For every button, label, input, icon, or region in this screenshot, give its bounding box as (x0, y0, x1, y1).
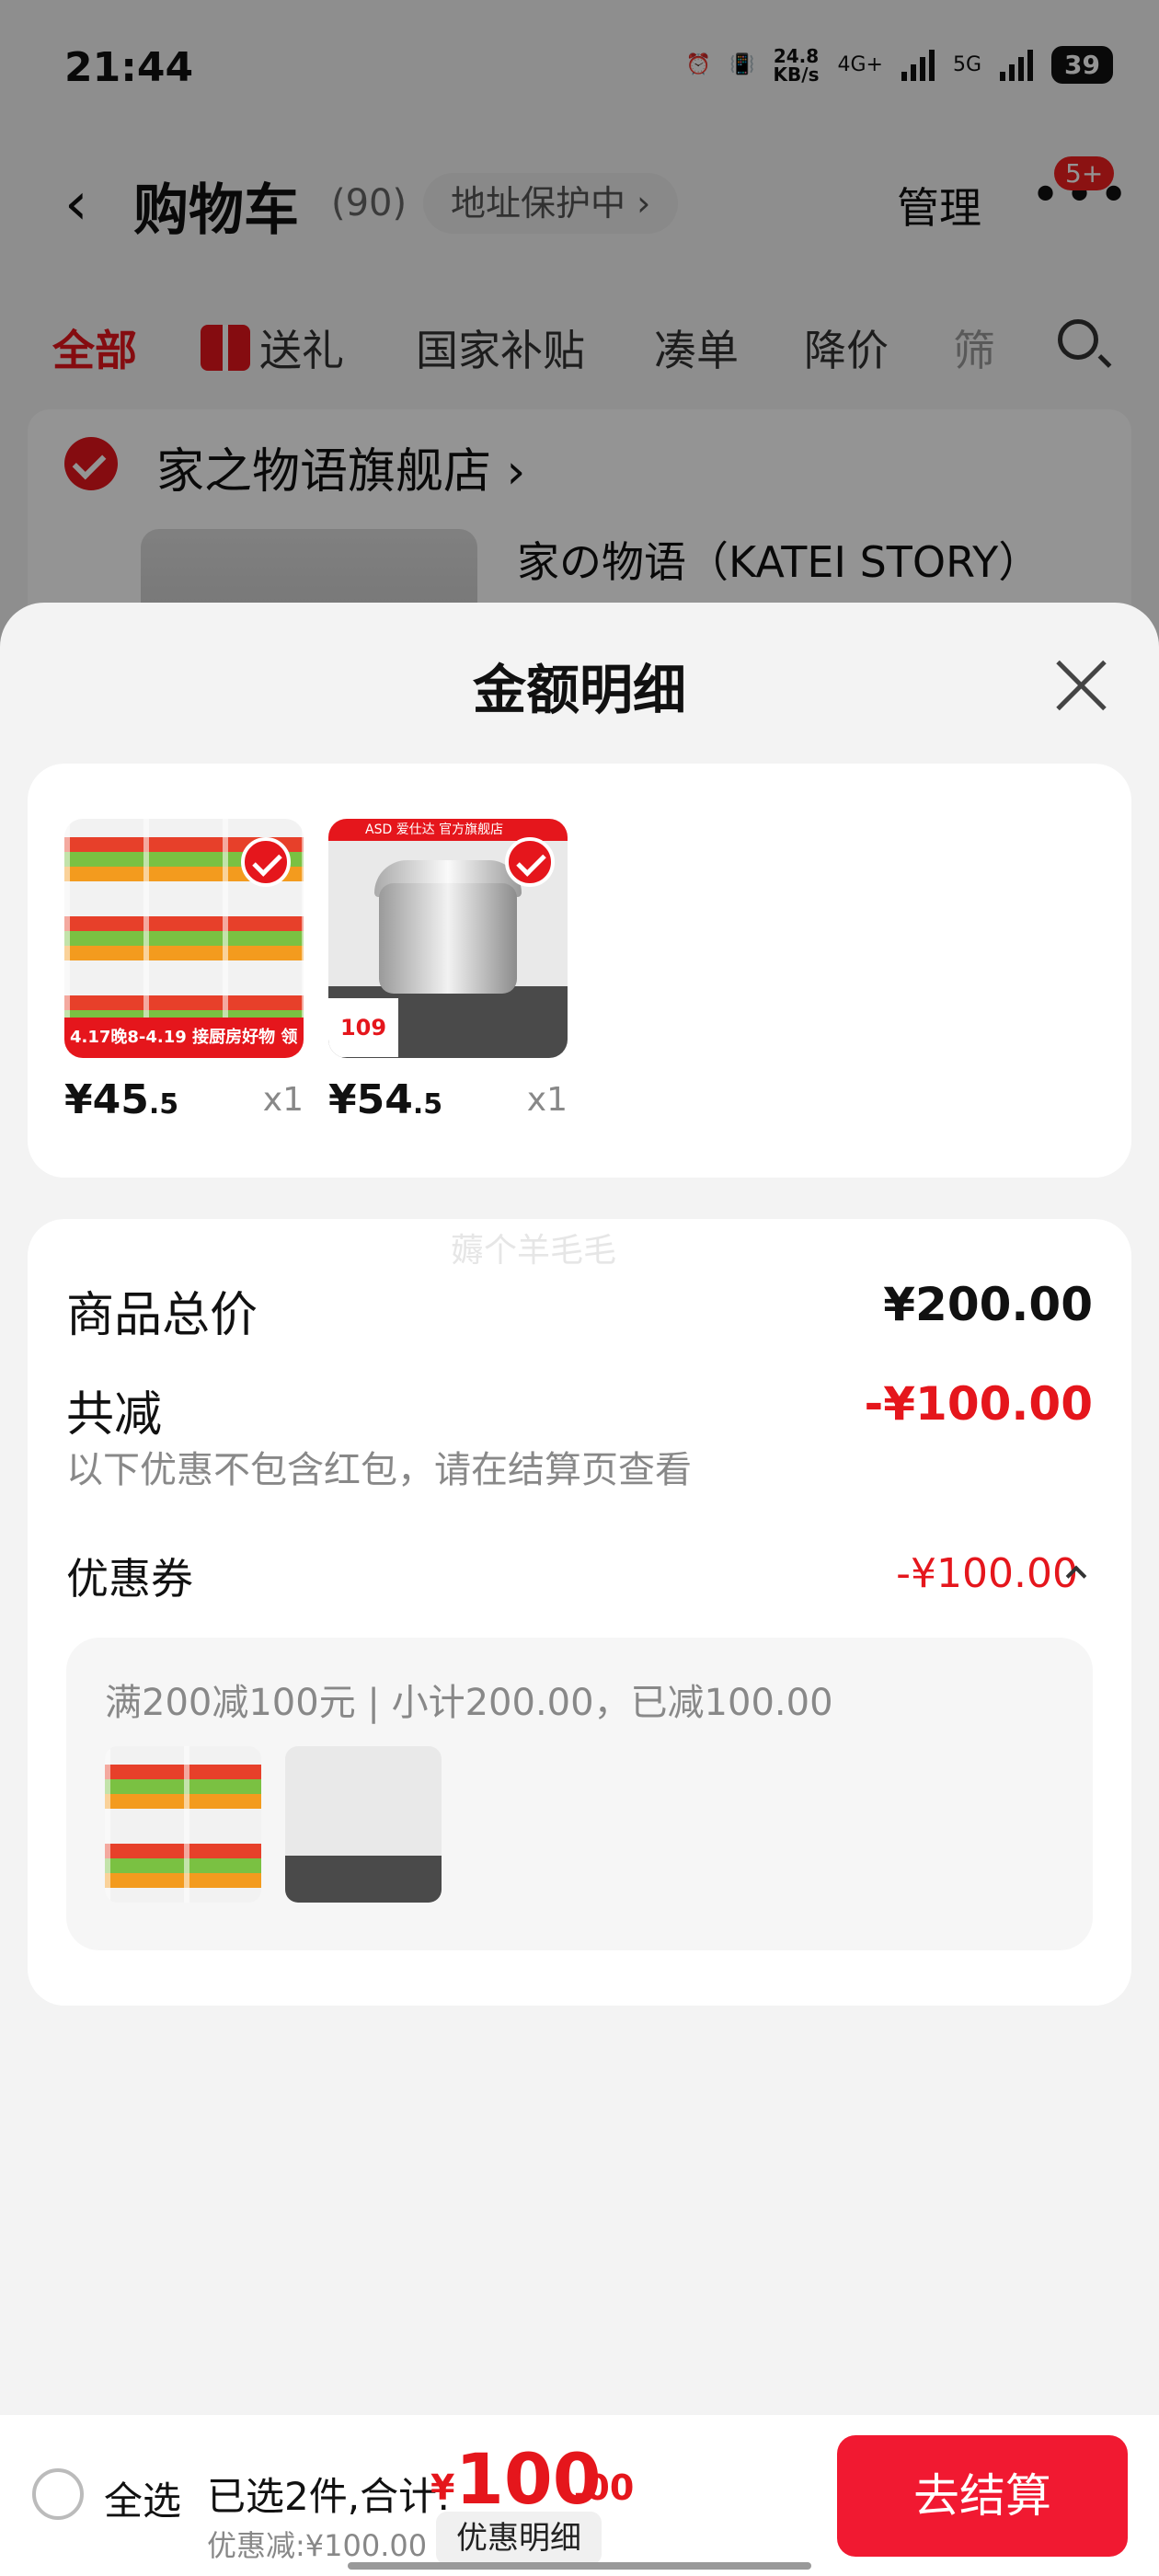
selected-check-icon (505, 837, 555, 887)
coupon-label: 优惠券 (66, 1554, 193, 1604)
select-all-label[interactable]: 全选 (104, 2470, 181, 2526)
checkout-button[interactable]: 去结算 (837, 2435, 1128, 2557)
coupon-detail-box: 满200减100元 | 小计200.00，已减100.00 (66, 1638, 1093, 1950)
item-price-dec: .5 (148, 1088, 179, 1121)
amount-detail-sheet: 金额明细 4.17晚8-4.19 接厨房好物 领券享5折 ¥45.5 x1 AS… (0, 603, 1159, 2576)
item-price: ¥54.5 (328, 1076, 442, 1123)
home-indicator[interactable] (348, 2562, 811, 2570)
pot-body-shape (379, 883, 517, 994)
price-tag: 109 (328, 998, 398, 1057)
price-detail-card: 薅个羊毛毛 商品总价 ¥200.00 共减 -¥100.00 以下优惠不包含红包… (28, 1219, 1131, 2006)
select-all-radio[interactable] (32, 2468, 84, 2520)
coupon-item-thumb (105, 1746, 261, 1903)
promo-banner: 4.17晚8-4.19 接厨房好物 领券享5折 (64, 1018, 304, 1058)
reduce-value: -¥100.00 (864, 1377, 1094, 1431)
discount-detail-button[interactable]: 优惠明细 (436, 2512, 602, 2565)
total-value: ¥200.00 (883, 1278, 1093, 1331)
item-price: ¥45.5 (64, 1076, 178, 1123)
product-image-steamer: ASD 爱仕达 官方旗舰店 109 (328, 819, 568, 1058)
saved-amount: 优惠减:¥100.00 (207, 2528, 428, 2563)
product-image-containers: 4.17晚8-4.19 接厨房好物 领券享5折 (64, 819, 304, 1058)
item-price-int: ¥45 (64, 1076, 149, 1123)
watermark: 薅个羊毛毛 (451, 1232, 617, 1270)
coupon-item-thumb (285, 1746, 442, 1903)
total-label: 商品总价 (66, 1288, 258, 1343)
selected-check-icon (241, 837, 291, 887)
selected-summary: 已选2件,合计: (207, 2474, 451, 2519)
item-qty: x1 (526, 1081, 568, 1119)
coupon-desc: 满200减100元 | 小计200.00，已减100.00 (105, 1682, 833, 1724)
reduce-label: 共减 (66, 1387, 163, 1443)
item-qty: x1 (262, 1081, 304, 1119)
checkout-bar: 全选 已选2件,合计: ¥ 100 .00 优惠减:¥100.00 优惠明细 去… (0, 2415, 1159, 2576)
item-price-dec: .5 (412, 1088, 443, 1121)
total-currency: ¥ (430, 2467, 455, 2508)
coupon-value[interactable]: -¥100.00 (896, 1550, 1078, 1597)
item-price-int: ¥54 (328, 1076, 413, 1123)
close-icon[interactable] (1053, 658, 1108, 713)
total-decimal: .00 (572, 2467, 635, 2508)
selected-items-card: 4.17晚8-4.19 接厨房好物 领券享5折 ¥45.5 x1 ASD 爱仕达… (28, 764, 1131, 1178)
reduce-note: 以下优惠不包含红包，请在结算页查看 (66, 1449, 692, 1491)
sheet-title: 金额明细 (472, 659, 686, 721)
